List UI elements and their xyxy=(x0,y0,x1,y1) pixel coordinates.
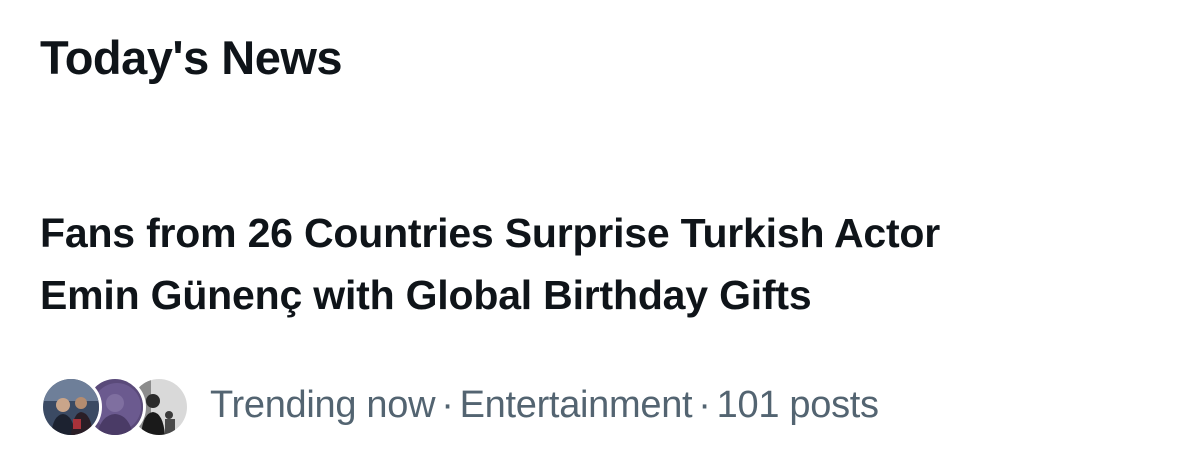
section-title: Today's News xyxy=(40,31,343,84)
story-category[interactable]: Entertainment xyxy=(460,384,693,426)
news-story-card[interactable]: Fans from 26 Countries Surprise Turkish … xyxy=(40,202,1160,326)
story-headline-line-1: Fans from 26 Countries Surprise Turkish … xyxy=(40,210,941,256)
story-headline[interactable]: Fans from 26 Countries Surprise Turkish … xyxy=(40,202,1160,326)
story-meta: Trending now · Entertainment · 101 posts xyxy=(40,374,879,438)
user-photo-icon xyxy=(43,379,99,435)
meta-separator: · xyxy=(698,383,711,426)
avatar[interactable] xyxy=(40,376,102,438)
trending-status: Trending now xyxy=(210,383,436,426)
avatar-group[interactable] xyxy=(40,374,190,438)
story-meta-text: Trending now · Entertainment · 101 posts xyxy=(210,384,879,427)
post-count: 101 posts xyxy=(716,383,879,426)
story-headline-line-2: Emin Günenç with Global Birthday Gifts xyxy=(40,272,812,318)
meta-separator: · xyxy=(441,383,454,426)
